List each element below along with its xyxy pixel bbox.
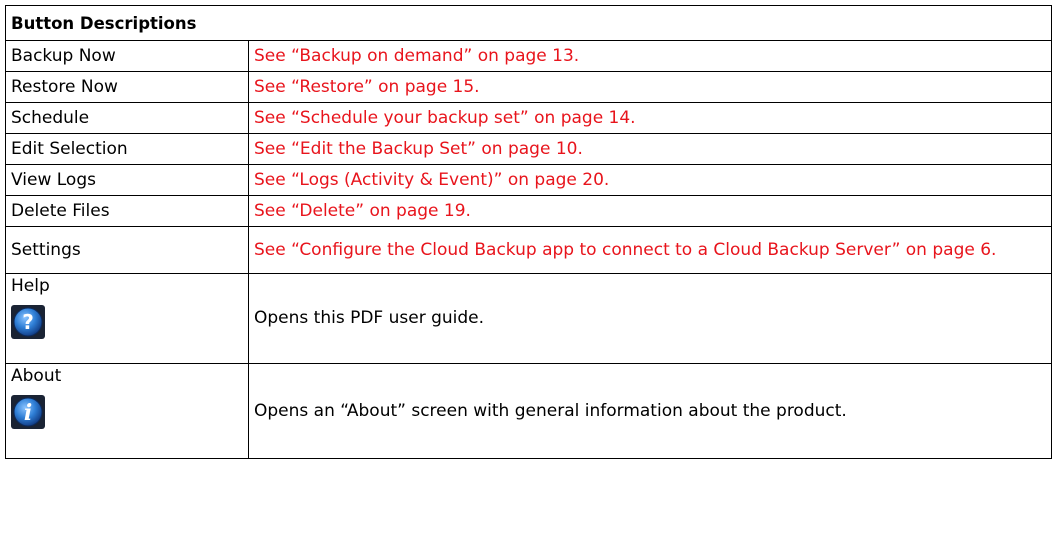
table-row: Schedule See “Schedule your backup set” … [5,102,1052,134]
svg-text:?: ? [22,310,34,334]
button-name-view-logs: View Logs [5,164,249,196]
link-edit-backup-set[interactable]: See “Edit the Backup Set” on page 10. [248,133,1052,165]
button-name-restore-now: Restore Now [5,71,249,103]
link-backup-on-demand[interactable]: See “Backup on demand” on page 13. [248,40,1052,72]
table-row: About i Opens an “About” screen with gen… [5,363,1052,459]
link-delete[interactable]: See “Delete” on page 19. [248,195,1052,227]
table-row: Restore Now See “Restore” on page 15. [5,71,1052,103]
table-title: Button Descriptions [5,5,1052,41]
button-name-delete-files: Delete Files [5,195,249,227]
help-description: Opens this PDF user guide. [248,273,1052,364]
table-row: Edit Selection See “Edit the Backup Set”… [5,133,1052,165]
link-configure-cloud-backup[interactable]: See “Configure the Cloud Backup app to c… [248,226,1052,274]
table-row: Help ? Opens this PDF user guide. [5,273,1052,364]
info-icon: i [11,395,45,429]
button-cell-about: About i [5,363,249,459]
button-name-settings: Settings [5,226,249,274]
link-schedule-backup-set[interactable]: See “Schedule your backup set” on page 1… [248,102,1052,134]
button-name-help: Help [11,276,50,296]
help-icon: ? [11,305,45,339]
table-title-row: Button Descriptions [5,5,1052,41]
about-description: Opens an “About” screen with general inf… [248,363,1052,459]
button-descriptions-table: Button Descriptions Backup Now See “Back… [5,5,1052,459]
button-name-about: About [11,366,62,386]
button-name-backup-now: Backup Now [5,40,249,72]
svg-text:i: i [24,400,32,426]
table-row: Delete Files See “Delete” on page 19. [5,195,1052,227]
button-name-edit-selection: Edit Selection [5,133,249,165]
table-row: Settings See “Configure the Cloud Backup… [5,226,1052,274]
link-logs[interactable]: See “Logs (Activity & Event)” on page 20… [248,164,1052,196]
button-name-schedule: Schedule [5,102,249,134]
table-row: View Logs See “Logs (Activity & Event)” … [5,164,1052,196]
link-restore[interactable]: See “Restore” on page 15. [248,71,1052,103]
button-cell-help: Help ? [5,273,249,364]
table-row: Backup Now See “Backup on demand” on pag… [5,40,1052,72]
